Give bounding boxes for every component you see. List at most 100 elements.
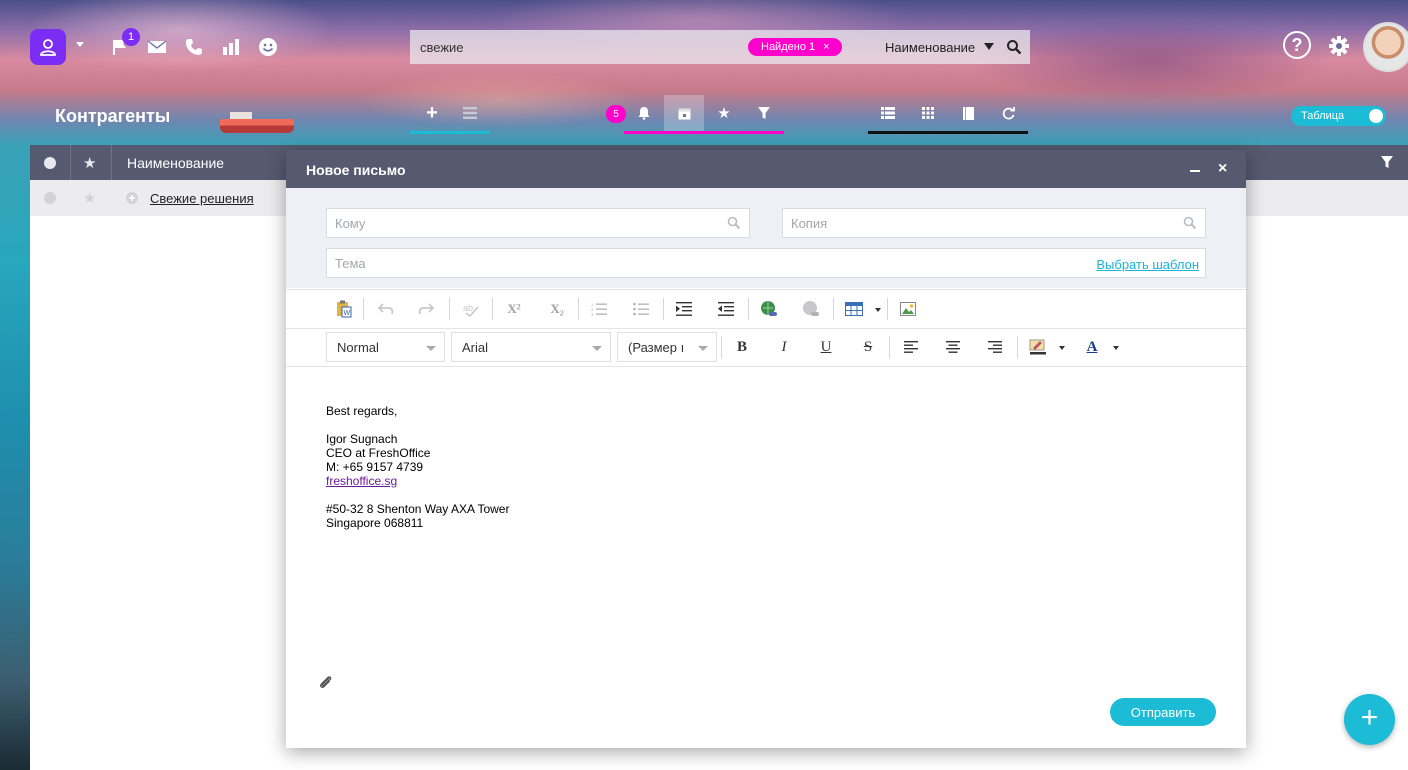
- favorite-column-star-icon[interactable]: ★: [83, 145, 96, 180]
- highlight-color-icon[interactable]: [1028, 337, 1048, 357]
- refresh-button[interactable]: [988, 95, 1028, 131]
- clear-search-button[interactable]: ×: [823, 41, 829, 53]
- search-icon[interactable]: [727, 216, 741, 230]
- minimize-icon[interactable]: [1190, 170, 1200, 172]
- signature-website-link[interactable]: freshoffice.sg: [326, 474, 397, 488]
- search-input[interactable]: свежие: [420, 40, 464, 55]
- signature-greeting: Best regards,: [326, 404, 398, 418]
- outdent-icon[interactable]: [716, 299, 736, 319]
- bell-icon: [638, 107, 650, 120]
- user-menu-caret-icon[interactable]: [76, 42, 84, 47]
- table-view-toggle[interactable]: Таблица: [1291, 106, 1386, 126]
- close-button[interactable]: ×: [1218, 160, 1227, 178]
- search-result-chip: Найдено 1 ×: [748, 38, 842, 56]
- numbered-list-icon[interactable]: 123: [589, 299, 609, 319]
- avatar[interactable]: [1363, 22, 1408, 72]
- settings-gear-icon[interactable]: [1328, 35, 1350, 60]
- superscript-icon[interactable]: X²: [504, 299, 524, 319]
- align-left-icon[interactable]: [901, 337, 921, 357]
- mail-icon[interactable]: [146, 36, 168, 58]
- star-icon: ★: [717, 105, 731, 122]
- menu-icon: [463, 107, 477, 119]
- to-field[interactable]: [326, 208, 750, 238]
- font-family-select[interactable]: Arial: [451, 332, 611, 362]
- favorites-button[interactable]: ★: [704, 95, 744, 131]
- column-header-name[interactable]: Наименование: [127, 145, 224, 180]
- choose-template-link[interactable]: Выбрать шаблон: [1096, 257, 1199, 272]
- plus-icon: +: [426, 101, 438, 124]
- list-view-button[interactable]: [868, 95, 908, 131]
- remove-link-icon[interactable]: [801, 299, 821, 319]
- table-icon[interactable]: [844, 299, 864, 319]
- status-column-icon[interactable]: [44, 145, 56, 180]
- analytics-icon[interactable]: [220, 36, 242, 58]
- new-email-dialog: Новое письмо × Выбрать шаблон W: [286, 150, 1246, 748]
- list-menu-button[interactable]: [450, 95, 490, 131]
- redo-icon[interactable]: [416, 299, 436, 319]
- font-size-select[interactable]: (Размер ı: [617, 332, 717, 362]
- text-color-button[interactable]: A: [1082, 337, 1102, 357]
- help-button[interactable]: ?: [1283, 31, 1311, 59]
- toolbar-separator: [1017, 336, 1018, 358]
- attach-paperclip-icon[interactable]: [318, 674, 334, 693]
- add-record-button[interactable]: +: [412, 95, 452, 131]
- contact-name-link[interactable]: Свежие решения: [150, 191, 254, 206]
- paste-from-word-icon[interactable]: W: [334, 299, 354, 319]
- align-center-icon[interactable]: [943, 337, 963, 357]
- status-dot-icon[interactable]: [44, 192, 56, 204]
- text-color-chevron-icon[interactable]: [1113, 346, 1119, 350]
- search-icon[interactable]: [1183, 216, 1197, 230]
- column-divider: [111, 145, 112, 180]
- image-icon[interactable]: [898, 299, 918, 319]
- bold-button[interactable]: B: [732, 337, 752, 357]
- email-body-editor[interactable]: Best regards, Igor Sugnach CEO at FreshO…: [326, 404, 509, 530]
- send-button[interactable]: Отправить: [1110, 698, 1216, 726]
- add-fab-button[interactable]: +: [1344, 694, 1395, 745]
- search-icon[interactable]: [1006, 39, 1022, 58]
- expand-plus-icon[interactable]: [126, 192, 138, 204]
- search-result-count: Найдено 1: [761, 41, 816, 53]
- to-input[interactable]: [327, 209, 702, 237]
- background-ship: [220, 112, 294, 133]
- notification-badge: 1: [122, 28, 140, 46]
- paragraph-format-select[interactable]: Normal: [326, 332, 445, 362]
- undo-icon[interactable]: [376, 299, 396, 319]
- smiley-icon[interactable]: [257, 36, 279, 58]
- cc-field[interactable]: [782, 208, 1206, 238]
- italic-button[interactable]: I: [774, 337, 794, 357]
- insert-link-icon[interactable]: [759, 299, 779, 319]
- bulleted-list-icon[interactable]: [631, 299, 651, 319]
- grid-icon: [922, 107, 934, 119]
- create-toolbar: +: [410, 95, 490, 135]
- underline-button[interactable]: U: [816, 337, 836, 357]
- list-icon: [881, 107, 895, 119]
- chevron-down-icon[interactable]: [984, 43, 994, 50]
- column-filter-icon[interactable]: [1381, 145, 1393, 180]
- svg-text:3: 3: [591, 312, 594, 316]
- chevron-down-icon: [698, 346, 708, 351]
- favorite-star-icon[interactable]: ★: [83, 189, 96, 207]
- subscript-icon[interactable]: X₂: [547, 299, 567, 319]
- cc-input[interactable]: [783, 209, 1158, 237]
- page-title: Контрагенты: [55, 106, 171, 126]
- subject-field[interactable]: Выбрать шаблон: [326, 248, 1206, 278]
- align-right-icon[interactable]: [985, 337, 1005, 357]
- toolbar-separator: [578, 298, 579, 320]
- phone-icon[interactable]: [183, 36, 205, 58]
- column-divider: [70, 145, 71, 180]
- calendar-button[interactable]: [664, 95, 704, 131]
- grid-view-button[interactable]: [908, 95, 948, 131]
- global-search[interactable]: свежие Найдено 1 × Наименование: [410, 30, 1030, 64]
- table-menu-chevron-icon[interactable]: [875, 308, 881, 312]
- subject-input[interactable]: [327, 249, 1090, 277]
- highlight-chevron-icon[interactable]: [1059, 346, 1065, 350]
- user-menu-button[interactable]: [30, 29, 66, 65]
- card-view-button[interactable]: [948, 95, 988, 131]
- indent-icon[interactable]: [674, 299, 694, 319]
- search-field-select[interactable]: Наименование: [885, 40, 975, 55]
- spellcheck-icon[interactable]: ab: [461, 299, 481, 319]
- dialog-title: Новое письмо: [306, 162, 406, 178]
- strikethrough-button[interactable]: S: [858, 337, 878, 357]
- reminders-button[interactable]: [624, 95, 664, 131]
- filter-button[interactable]: [744, 95, 784, 131]
